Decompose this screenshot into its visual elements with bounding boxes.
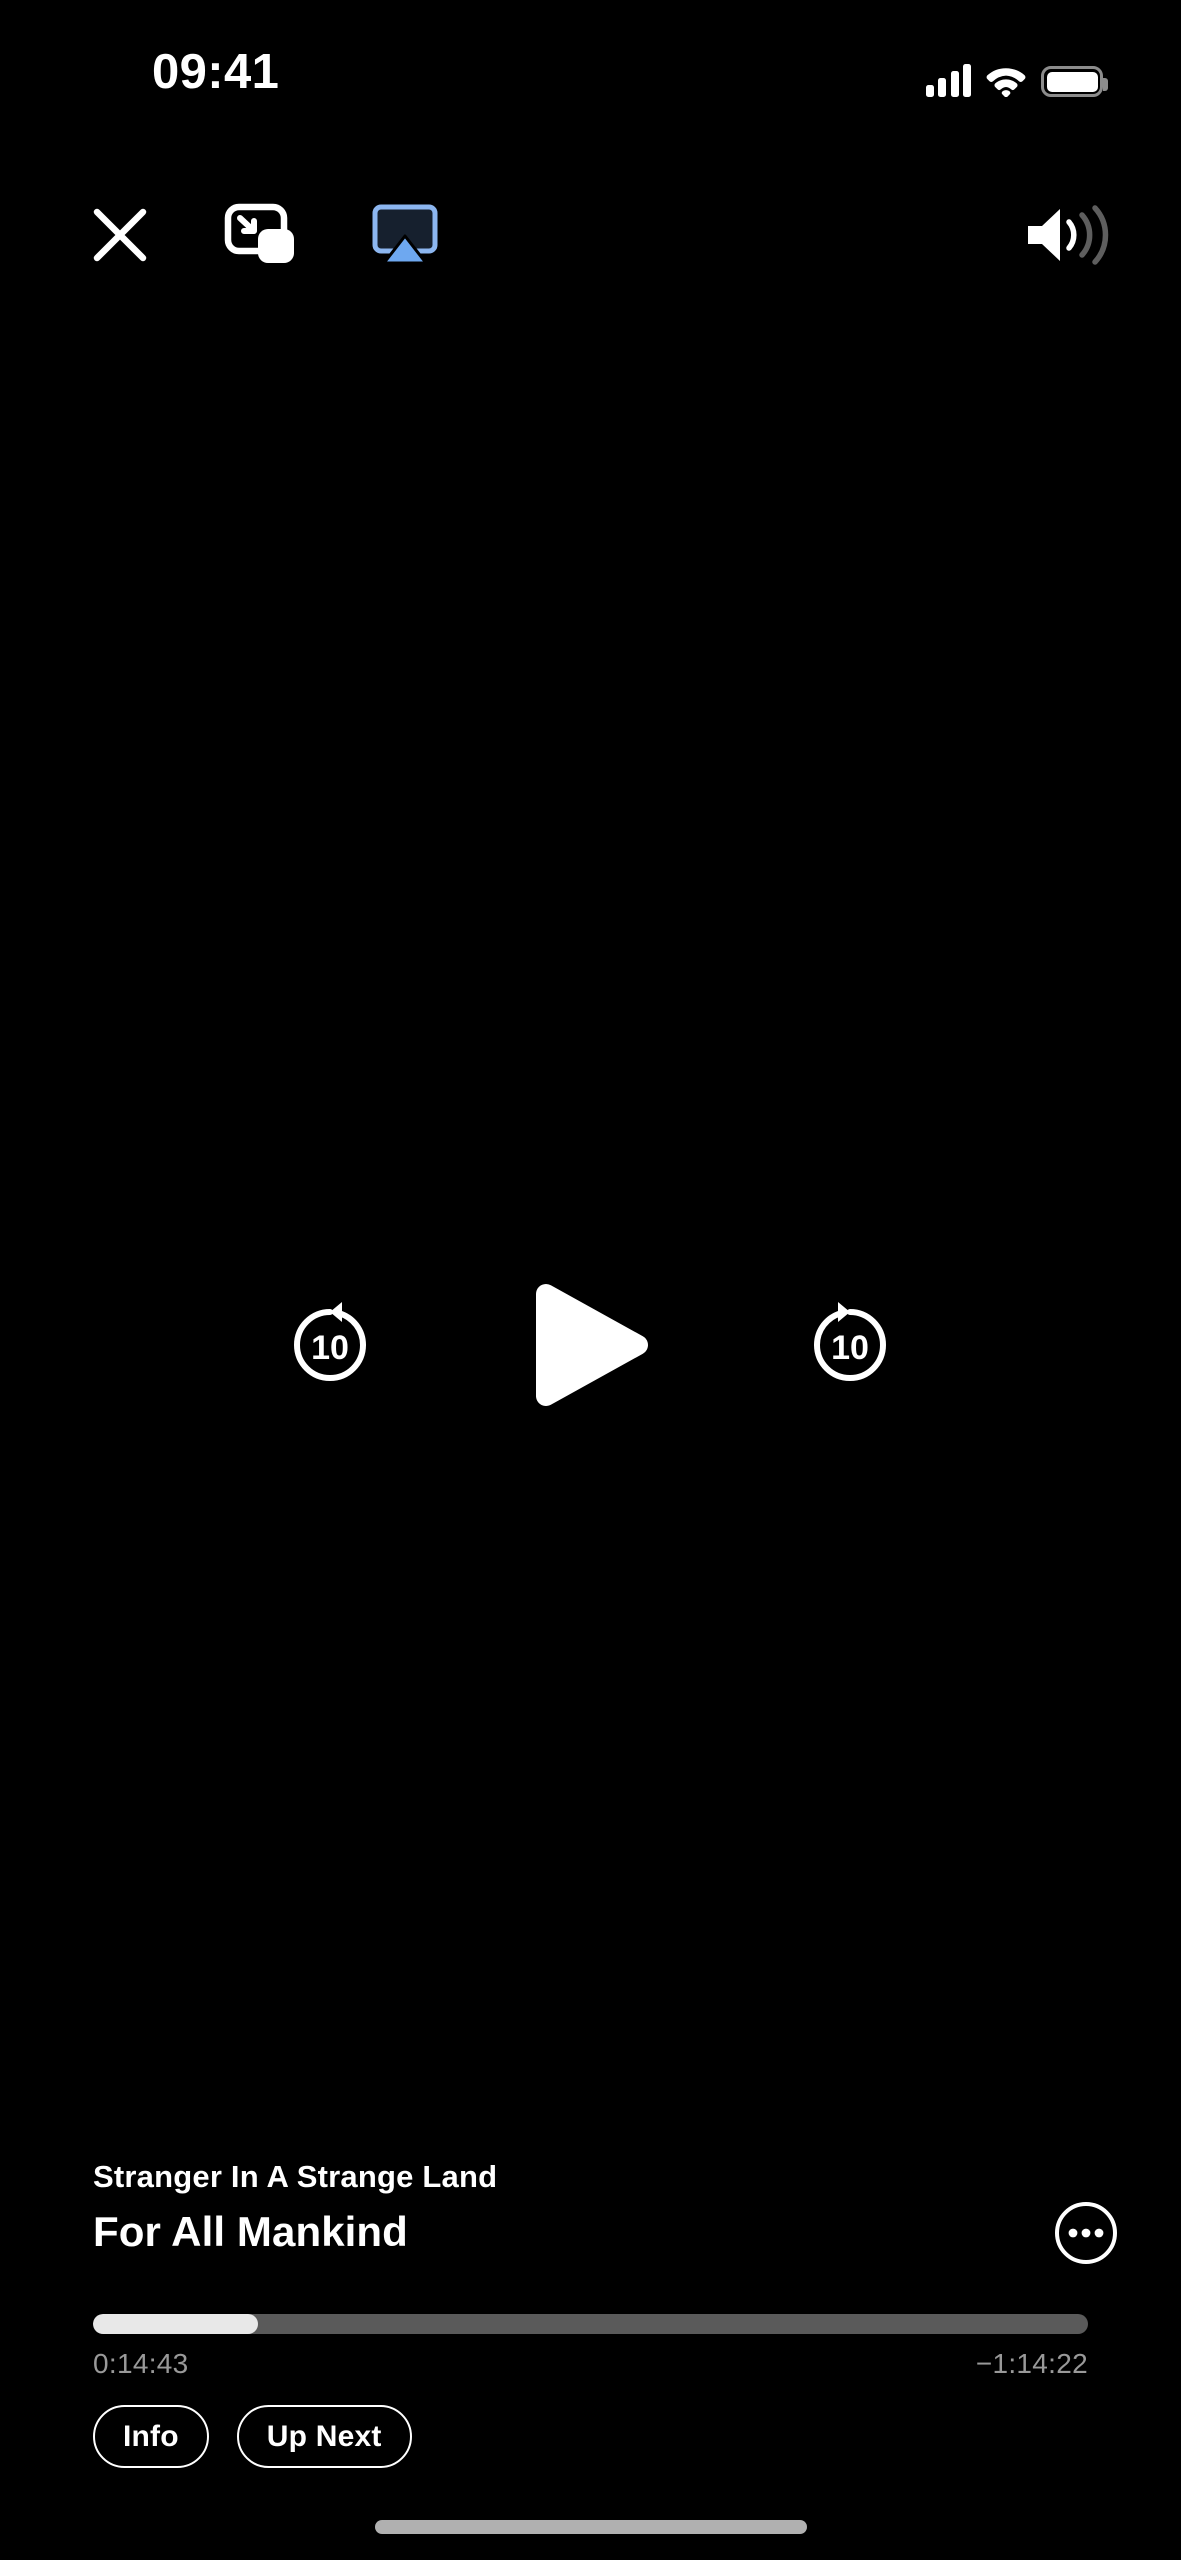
player-top-controls xyxy=(0,180,1181,290)
status-bar-time: 09:41 xyxy=(152,45,280,99)
close-button[interactable] xyxy=(65,180,175,290)
play-icon xyxy=(536,1284,648,1406)
remaining-time-label: −1:14:22 xyxy=(975,2348,1088,2379)
close-icon xyxy=(93,208,147,262)
status-bar-indicators xyxy=(925,55,1108,97)
home-indicator[interactable] xyxy=(374,2520,807,2534)
time-labels: 0:14:43 −1:14:22 xyxy=(93,2348,1088,2380)
playback-transport-controls: 10 10 xyxy=(0,1245,1181,1445)
skip-back-seconds: 10 xyxy=(311,1329,349,1367)
skip-forward-10-button[interactable]: 10 xyxy=(765,1245,935,1445)
skip-back-10-icon: 10 xyxy=(294,1302,367,1381)
play-pause-button[interactable] xyxy=(505,1245,675,1445)
ellipsis-circle-icon xyxy=(1055,2202,1117,2264)
info-button[interactable]: Info xyxy=(93,2405,209,2468)
cellular-signal-icon xyxy=(925,64,971,97)
skip-forward-seconds: 10 xyxy=(831,1329,869,1367)
skip-back-10-button[interactable]: 10 xyxy=(245,1245,415,1445)
video-player-screen: 09:41 10 10 Stranger In A Strange Land F… xyxy=(0,0,1181,2560)
skip-forward-10-icon: 10 xyxy=(813,1302,886,1381)
battery-icon xyxy=(1041,66,1108,97)
elapsed-time-label: 0:14:43 xyxy=(93,2348,189,2379)
picture-in-picture-icon xyxy=(224,203,294,263)
progress-fill xyxy=(93,2314,259,2334)
progress-track[interactable] xyxy=(93,2314,1088,2334)
more-options-button[interactable] xyxy=(1051,2198,1121,2268)
wifi-icon xyxy=(986,65,1026,97)
player-action-buttons: Info Up Next xyxy=(93,2405,412,2468)
show-title: For All Mankind xyxy=(93,2207,408,2255)
up-next-button[interactable]: Up Next xyxy=(236,2405,412,2468)
episode-title: Stranger In A Strange Land xyxy=(93,2159,498,2194)
volume-button[interactable] xyxy=(1003,180,1133,290)
volume-icon xyxy=(1028,205,1109,265)
picture-in-picture-button[interactable] xyxy=(205,180,315,290)
now-playing-metadata: Stranger In A Strange Land For All Manki… xyxy=(93,2158,497,2259)
airplay-icon xyxy=(372,204,438,265)
airplay-button[interactable] xyxy=(350,180,460,290)
now-playing-panel: Stranger In A Strange Land For All Manki… xyxy=(0,2140,1181,2560)
progress-scrubber[interactable] xyxy=(93,2314,1088,2334)
status-bar: 09:41 xyxy=(0,0,1181,120)
